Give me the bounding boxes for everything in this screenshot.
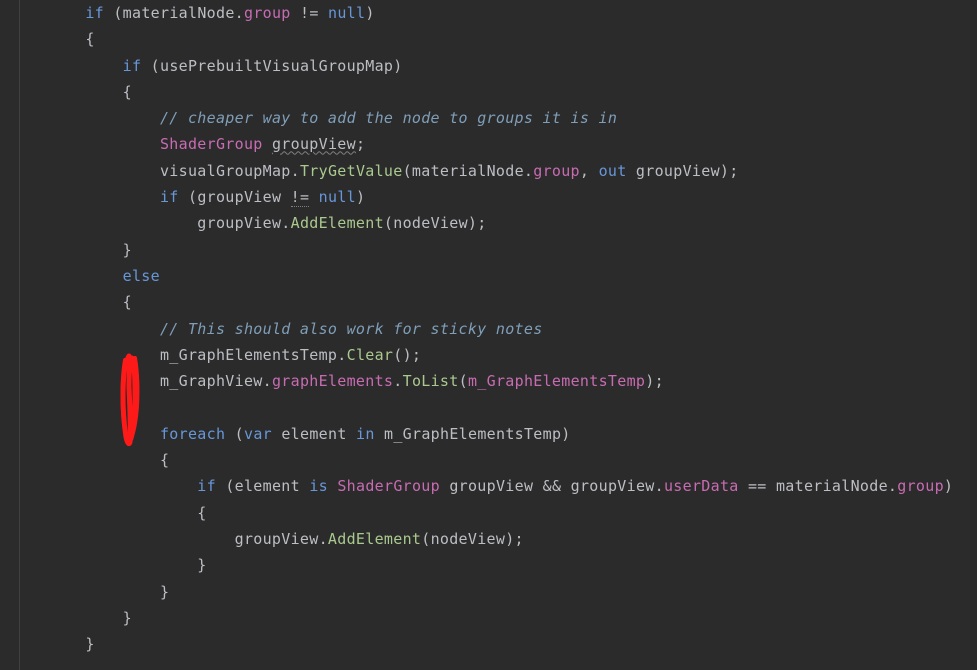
brace: }: [85, 635, 94, 653]
method-trygetvalue: TryGetValue: [300, 162, 403, 180]
type-shadergroup: ShaderGroup: [160, 135, 263, 153]
punct: ,: [580, 162, 589, 180]
field-group: group: [244, 4, 291, 22]
expr: (usePrebuiltVisualGroupMap): [151, 57, 403, 75]
method-clear: Clear: [347, 346, 394, 364]
comment: // This should also work for sticky note…: [160, 320, 543, 338]
var-visualgroupmap: visualGroupMap: [160, 162, 291, 180]
punct: ): [356, 188, 365, 206]
var-graphview: m_GraphView: [160, 372, 263, 390]
expr: == materialNode.: [748, 477, 897, 495]
expr: (groupView: [188, 188, 281, 206]
expr: groupView.: [571, 477, 664, 495]
punct: ): [944, 477, 953, 495]
punct: (materialNode.: [403, 162, 534, 180]
brace: {: [123, 293, 132, 311]
brace: {: [160, 451, 169, 469]
punct: .: [393, 372, 402, 390]
expr: (element: [225, 477, 300, 495]
method-addelement: AddElement: [328, 530, 421, 548]
keyword-foreach: foreach: [160, 425, 225, 443]
keyword-is: is: [309, 477, 328, 495]
var-graphelemtemp: m_GraphElementsTemp): [384, 425, 571, 443]
editor-gutter: [0, 0, 20, 670]
var-element: element: [281, 425, 346, 443]
brace: {: [85, 30, 94, 48]
keyword-if: if: [85, 4, 104, 22]
punct: );: [645, 372, 664, 390]
punct: .: [291, 162, 300, 180]
punct: ();: [393, 346, 421, 364]
null-literal: null: [319, 188, 356, 206]
punct: (: [459, 372, 468, 390]
null-literal: null: [328, 4, 365, 22]
punct: (: [235, 425, 244, 443]
keyword-if: if: [160, 188, 179, 206]
keyword-else: else: [123, 267, 160, 285]
type-shadergroup: ShaderGroup: [337, 477, 440, 495]
field-group: group: [533, 162, 580, 180]
keyword-var: var: [244, 425, 272, 443]
expr: groupView.: [235, 530, 328, 548]
var-graphelemtemp: m_GraphElementsTemp: [160, 346, 337, 364]
brace: {: [197, 504, 206, 522]
punct: .: [263, 372, 272, 390]
expr: groupView);: [636, 162, 739, 180]
punct: ): [365, 4, 374, 22]
var-groupview: groupView: [272, 135, 356, 153]
expr: (nodeView);: [384, 214, 487, 232]
brace: }: [123, 609, 132, 627]
brace: }: [197, 556, 206, 574]
arg-graphelemtemp: m_GraphElementsTemp: [468, 372, 645, 390]
punct: ;: [356, 135, 365, 153]
code-editor-content[interactable]: if (materialNode.group != null) { if (us…: [0, 0, 977, 657]
brace: {: [123, 83, 132, 101]
field-graphelements: graphElements: [272, 372, 393, 390]
brace: }: [123, 241, 132, 259]
op: !=: [291, 188, 310, 207]
keyword-out: out: [599, 162, 627, 180]
punct: (materialNode.: [113, 4, 244, 22]
comment: // cheaper way to add the node to groups…: [160, 109, 617, 127]
method-addelement: AddElement: [291, 214, 384, 232]
keyword-if: if: [197, 477, 216, 495]
expr: (nodeView);: [421, 530, 524, 548]
method-tolist: ToList: [403, 372, 459, 390]
expr: groupView &&: [449, 477, 561, 495]
op: !=: [300, 4, 319, 22]
keyword-in: in: [356, 425, 375, 443]
keyword-if: if: [123, 57, 142, 75]
punct: .: [337, 346, 346, 364]
expr: groupView.: [197, 214, 290, 232]
brace: }: [160, 583, 169, 601]
field-userdata: userData: [664, 477, 739, 495]
field-group: group: [897, 477, 944, 495]
